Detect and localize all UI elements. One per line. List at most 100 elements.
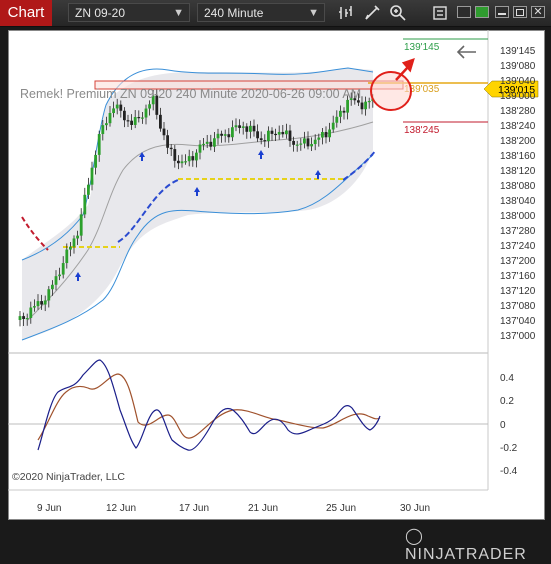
candle-body (195, 152, 198, 161)
highlight-circle (370, 71, 412, 111)
chart-tab-title[interactable]: Chart (0, 0, 52, 26)
stop-price-label: 138'245 (404, 125, 440, 136)
candle-body (267, 130, 270, 142)
candle-body (97, 134, 101, 155)
candle-body (252, 125, 256, 132)
candle-body (270, 130, 274, 134)
price-tick-label: 138'200 (500, 136, 536, 147)
interval-value: 240 Minute (204, 6, 264, 20)
candle-body (274, 133, 277, 136)
candle-body (58, 274, 61, 277)
candle-body (303, 138, 306, 144)
candle-body (65, 249, 69, 264)
candle-body (245, 126, 249, 132)
bar-chart-icon[interactable] (337, 4, 355, 22)
candle-body (126, 120, 130, 122)
candle-body (321, 132, 324, 138)
candle-body (292, 140, 295, 145)
candle-body (79, 214, 83, 236)
candle-body (331, 122, 335, 130)
candle-body (83, 194, 87, 215)
candle-body (69, 246, 72, 250)
window-color-dark-button[interactable] (457, 6, 471, 18)
candle-body (213, 138, 216, 147)
candle-body (317, 137, 321, 140)
candle-body (177, 160, 180, 164)
interval-selector[interactable]: 240 Minute ▼ (197, 3, 325, 22)
candle-body (162, 128, 166, 136)
candle-body (324, 132, 328, 138)
back-arrow-icon[interactable] (456, 45, 476, 59)
candle-body (220, 133, 223, 136)
candle-body (249, 125, 252, 132)
price-tick-label: 137'120 (500, 286, 536, 297)
maximize-button[interactable] (513, 6, 527, 18)
candle-body (25, 318, 29, 320)
target-price-label: 139'145 (404, 42, 440, 53)
candle-body (29, 307, 33, 319)
time-tick-label: 25 Jun (326, 503, 356, 514)
candle-body (306, 138, 310, 147)
candle-body (313, 139, 317, 145)
candle-body (295, 144, 299, 146)
candle-body (202, 143, 205, 146)
candle-body (263, 140, 267, 142)
candle-body (187, 156, 191, 162)
price-tick-label: 138'080 (500, 181, 536, 192)
window-color-green-button[interactable] (475, 6, 489, 18)
candle-body (342, 110, 346, 113)
candle-body (281, 131, 285, 135)
candle-body (288, 130, 292, 141)
candle-body (299, 143, 303, 145)
price-tick-label: 138'280 (500, 106, 536, 117)
candle-body (169, 147, 173, 150)
candle-body (54, 276, 58, 285)
properties-icon[interactable] (431, 4, 449, 22)
candle-body (335, 116, 339, 123)
time-axis: 9 Jun 12 Jun 17 Jun 21 Jun 25 Jun 30 Jun (37, 503, 430, 514)
price-tick-label: 138'240 (500, 121, 536, 132)
candle-body (112, 108, 115, 114)
candle-body (198, 144, 202, 153)
price-chart[interactable]: 139'145 139'035 138'245 Remek! Premium Z… (8, 30, 545, 520)
candle-body (72, 238, 76, 247)
candle-body (259, 138, 263, 141)
candle-body (256, 131, 259, 139)
time-tick-label: 17 Jun (179, 503, 209, 514)
candle-body (159, 114, 162, 129)
candle-body (205, 141, 209, 144)
candle-body (227, 134, 231, 138)
candle-body (209, 141, 213, 147)
osc-tick-label: -0.4 (500, 466, 518, 477)
candle-body (180, 161, 184, 164)
zoom-icon[interactable] (389, 4, 407, 22)
price-tick-label: 138'040 (500, 196, 536, 207)
candle-body (144, 108, 148, 118)
candle-body (40, 301, 43, 305)
time-tick-label: 12 Jun (106, 503, 136, 514)
candle-body (43, 300, 47, 305)
candle-body (47, 289, 51, 301)
candle-body (184, 161, 187, 163)
instrument-selector[interactable]: ZN 09-20 ▼ (68, 3, 190, 22)
candle-body (223, 134, 227, 136)
pencil-icon[interactable] (363, 4, 381, 22)
osc-tick-label: 0.4 (500, 373, 514, 384)
candle-body (277, 131, 281, 135)
candle-body (285, 130, 288, 135)
candle-body (238, 125, 241, 128)
osc-tick-label: -0.2 (500, 443, 518, 454)
oscillator-axis: 0.4 0.2 0 -0.2 -0.4 (500, 373, 518, 477)
candle-body (36, 301, 40, 307)
price-tick-label: 137'000 (500, 331, 536, 342)
close-icon[interactable]: ✕ (531, 6, 545, 18)
time-tick-label: 21 Jun (248, 503, 278, 514)
instrument-value: ZN 09-20 (75, 6, 126, 20)
minimize-button[interactable] (495, 6, 509, 18)
oscillator-main-line (37, 359, 381, 451)
price-tick-label: 137'080 (500, 301, 536, 312)
price-tick-label: 138'120 (500, 166, 536, 177)
chart-toolbar: Chart ZN 09-20 ▼ 240 Minute ▼ ✕ (0, 0, 551, 27)
candle-body (108, 113, 112, 124)
price-tick-label: 137'040 (500, 316, 536, 327)
